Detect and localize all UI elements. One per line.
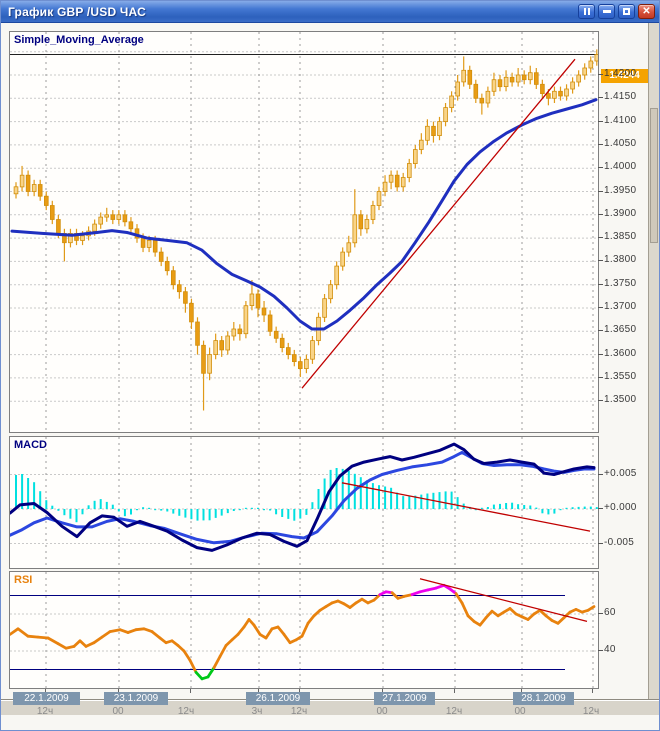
date-label: 23.1.2009	[104, 692, 168, 705]
chart-window: График GBP /USD ЧАС ✕ Simple_Moving_Aver…	[0, 0, 660, 731]
time-label: 12ч	[178, 706, 194, 717]
price-axis-label: 1.4100	[604, 115, 636, 126]
macd-signal-line	[10, 452, 594, 542]
axis-tick	[598, 167, 603, 168]
axis-tick	[598, 400, 603, 401]
rsi-chart[interactable]	[10, 572, 598, 688]
axis-tick	[598, 650, 603, 651]
price-axis-label: 1.3550	[604, 371, 636, 382]
price-axis-label: 1.3850	[604, 231, 636, 242]
macd-axis-label: -0.005	[604, 537, 634, 548]
price-axis-label: 1.3650	[604, 324, 636, 335]
candlesticks	[14, 49, 598, 410]
axis-tick	[598, 377, 603, 378]
indicator-label-macd: MACD	[14, 439, 47, 451]
minimize-icon	[603, 10, 611, 13]
candlestick-chart[interactable]	[10, 32, 598, 432]
rsi-grid-vertical	[46, 572, 593, 688]
main-trendline	[302, 59, 575, 388]
price-axis-label: 1.4150	[604, 91, 636, 102]
rsi-axis-label: 60	[604, 607, 616, 618]
title-bar[interactable]: График GBP /USD ЧАС ✕	[1, 1, 659, 23]
time-label: 12ч	[291, 706, 307, 717]
rsi-panel[interactable]: RSI	[9, 571, 599, 689]
indicator-label-sma: Simple_Moving_Average	[14, 34, 144, 46]
time-axis-tick	[454, 689, 455, 693]
axis-tick	[598, 307, 603, 308]
price-axis-label: 1.4200	[604, 68, 636, 79]
rsi-level-lines	[10, 596, 565, 670]
pause-button[interactable]	[578, 4, 595, 19]
time-label: 3ч	[252, 706, 263, 717]
maximize-button[interactable]	[618, 4, 635, 19]
time-axis-tick	[190, 689, 191, 693]
macd-axis-label: +0.000	[604, 502, 637, 513]
price-axis-label: 1.3800	[604, 254, 636, 265]
window-controls: ✕	[578, 4, 655, 19]
macd-grid-horizontal	[10, 475, 598, 544]
macd-main-line	[10, 444, 594, 550]
price-axis-label: 1.4000	[604, 161, 636, 172]
axis-tick	[598, 74, 603, 75]
macd-axis-label: +0.005	[604, 468, 637, 479]
axis-tick	[598, 330, 603, 331]
pause-icon	[584, 8, 586, 15]
date-label: 27.1.2009	[374, 692, 435, 705]
window-title: График GBP /USD ЧАС	[1, 5, 146, 19]
axis-tick	[598, 260, 603, 261]
vertical-scrollbar[interactable]	[648, 23, 659, 714]
price-axis-label: 1.3750	[604, 278, 636, 289]
macd-panel[interactable]: MACD	[9, 436, 599, 569]
price-axis-label: 1.3600	[604, 348, 636, 359]
axis-tick	[598, 354, 603, 355]
time-axis-tick	[592, 689, 593, 693]
axis-tick	[598, 237, 603, 238]
axis-tick	[598, 613, 603, 614]
axis-tick	[598, 284, 603, 285]
main-price-panel[interactable]: Simple_Moving_Average	[9, 31, 599, 433]
axis-tick	[598, 191, 603, 192]
scrollbar-thumb[interactable]	[650, 108, 658, 243]
rsi-trendline	[420, 579, 587, 622]
chart-client-area: Simple_Moving_Average MACD RSI 1.4244	[1, 23, 659, 715]
macd-chart[interactable]	[10, 437, 598, 568]
macd-histogram	[15, 468, 598, 522]
time-label: 12ч	[583, 706, 599, 717]
time-label: 00	[376, 706, 387, 717]
indicator-label-rsi: RSI	[14, 574, 32, 586]
maximize-icon	[623, 8, 630, 15]
price-axis-label: 1.4050	[604, 138, 636, 149]
price-axis-label: 1.3950	[604, 185, 636, 196]
rsi-line	[10, 585, 594, 679]
rsi-axis-label: 40	[604, 644, 616, 655]
time-label: 12ч	[37, 706, 53, 717]
axis-tick	[598, 97, 603, 98]
axis-tick	[598, 214, 603, 215]
axis-tick	[598, 121, 603, 122]
price-axis-label: 1.3500	[604, 394, 636, 405]
time-label: 12ч	[446, 706, 462, 717]
date-label: 22.1.2009	[13, 692, 80, 705]
close-icon: ✕	[642, 7, 650, 17]
axis-tick	[598, 543, 603, 544]
date-label: 28.1.2009	[513, 692, 574, 705]
close-button[interactable]: ✕	[638, 4, 655, 19]
main-grid-horizontal	[10, 52, 598, 402]
time-label: 00	[112, 706, 123, 717]
time-label: 00	[514, 706, 525, 717]
minimize-button[interactable]	[598, 4, 615, 19]
price-axis-label: 1.3700	[604, 301, 636, 312]
axis-tick	[598, 144, 603, 145]
axis-tick	[598, 474, 603, 475]
price-axis-label: 1.3900	[604, 208, 636, 219]
axis-tick	[598, 508, 603, 509]
date-label: 26.1.2009	[246, 692, 310, 705]
